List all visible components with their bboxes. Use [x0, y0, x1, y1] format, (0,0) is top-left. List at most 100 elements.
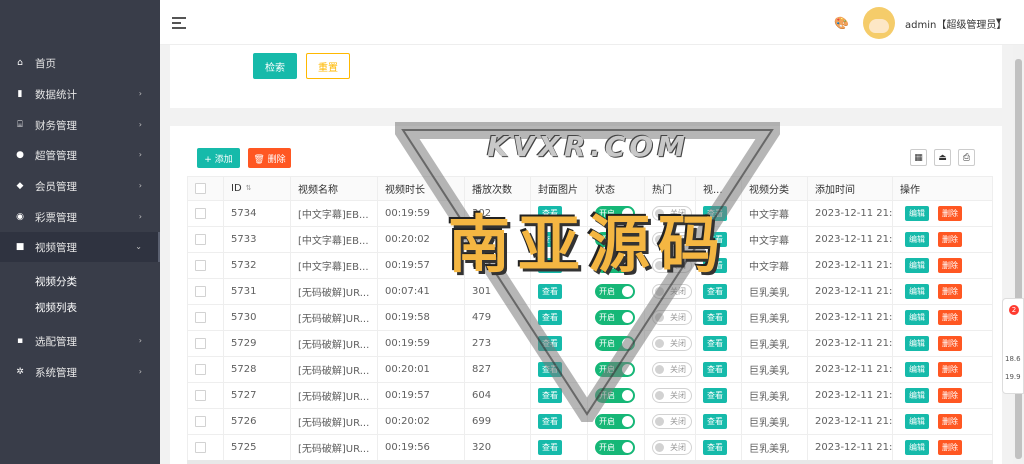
sidebar-item-6[interactable]: ■ 视频管理 ⌄ [0, 232, 160, 262]
view-cover-button[interactable]: 查看 [538, 336, 562, 351]
edit-button[interactable]: 编辑 [905, 362, 929, 377]
row-checkbox-cell[interactable] [188, 409, 224, 434]
sidebar-item-1[interactable]: ▮ 数据统计 › [0, 79, 160, 109]
view-cover-button[interactable]: 查看 [538, 362, 562, 377]
view-video-button[interactable]: 查看 [703, 414, 727, 429]
view-video-button[interactable]: 查看 [703, 336, 727, 351]
view-cover-button[interactable]: 查看 [538, 388, 562, 403]
edit-button[interactable]: 编辑 [905, 414, 929, 429]
view-video-button[interactable]: 查看 [703, 362, 727, 377]
row-checkbox-cell[interactable] [188, 279, 224, 304]
view-video-button[interactable]: 查看 [703, 388, 727, 403]
row-checkbox[interactable] [195, 416, 206, 427]
view-video-button[interactable]: 查看 [703, 258, 727, 273]
view-cover-button[interactable]: 查看 [538, 310, 562, 325]
view-cover-button[interactable]: 查看 [538, 440, 562, 455]
sidebar-item-2[interactable]: ⌸ 财务管理 › [0, 110, 160, 140]
delete-button[interactable]: 删除 [938, 232, 962, 247]
view-video-button[interactable]: 查看 [703, 206, 727, 221]
export-icon[interactable]: ⏏ [934, 149, 951, 166]
row-checkbox-cell[interactable] [188, 253, 224, 278]
row-checkbox[interactable] [195, 286, 206, 297]
row-checkbox[interactable] [195, 260, 206, 271]
view-video-button[interactable]: 查看 [703, 440, 727, 455]
delete-button[interactable]: 删除 [938, 440, 962, 455]
row-checkbox-cell[interactable] [188, 435, 224, 460]
delete-button[interactable]: 删除 [938, 388, 962, 403]
hot-toggle[interactable]: 关闭 [652, 310, 692, 325]
row-checkbox-cell[interactable] [188, 383, 224, 408]
row-checkbox-cell[interactable] [188, 227, 224, 252]
edit-button[interactable]: 编辑 [905, 258, 929, 273]
sidebar-subitem-1[interactable]: 视频列表 [0, 294, 160, 320]
vertical-scrollbar[interactable] [1013, 45, 1024, 464]
hot-toggle[interactable]: 关闭 [652, 440, 692, 455]
status-toggle[interactable]: 开启 [595, 336, 635, 351]
header-checkbox-cell[interactable] [188, 177, 224, 200]
view-cover-button[interactable]: 查看 [538, 206, 562, 221]
columns-filter-icon[interactable]: ▦ [910, 149, 927, 166]
hot-toggle[interactable]: 关闭 [652, 336, 692, 351]
row-checkbox-cell[interactable] [188, 331, 224, 356]
row-checkbox-cell[interactable] [188, 357, 224, 382]
delete-button[interactable]: 删除 [938, 310, 962, 325]
hot-toggle[interactable]: 关闭 [652, 362, 692, 377]
status-toggle[interactable]: 开启 [595, 362, 635, 377]
edit-button[interactable]: 编辑 [905, 388, 929, 403]
row-checkbox[interactable] [195, 208, 206, 219]
batch-delete-button[interactable]: 🗑 删除 [248, 148, 291, 168]
edit-button[interactable]: 编辑 [905, 284, 929, 299]
view-video-button[interactable]: 查看 [703, 310, 727, 325]
delete-button[interactable]: 删除 [938, 414, 962, 429]
print-icon[interactable]: ⎙ [958, 149, 975, 166]
status-toggle[interactable]: 开启 [595, 284, 635, 299]
palette-icon[interactable]: 🎨 [834, 16, 849, 30]
reset-button[interactable]: 重置 [306, 53, 350, 79]
delete-button[interactable]: 删除 [938, 362, 962, 377]
chevron-down-icon[interactable]: ▼ [996, 17, 1001, 25]
delete-button[interactable]: 删除 [938, 206, 962, 221]
sidebar-item-3[interactable]: ● 超管管理 › [0, 140, 160, 170]
row-checkbox[interactable] [195, 338, 206, 349]
status-toggle[interactable]: 开启 [595, 388, 635, 403]
row-checkbox[interactable] [195, 234, 206, 245]
view-video-button[interactable]: 查看 [703, 284, 727, 299]
add-button[interactable]: + 添加 [197, 148, 240, 168]
view-cover-button[interactable]: 查看 [538, 258, 562, 273]
view-cover-button[interactable]: 查看 [538, 414, 562, 429]
sort-icon[interactable]: ⇅ [246, 185, 252, 192]
menu-toggle-icon[interactable] [172, 17, 186, 29]
status-toggle[interactable]: 开启 [595, 440, 635, 455]
hot-toggle[interactable]: 关闭 [652, 232, 692, 247]
sidebar-item-4[interactable]: ◆ 会员管理 › [0, 171, 160, 201]
sidebar-subitem-0[interactable]: 视频分类 [0, 268, 160, 294]
status-toggle[interactable]: 开启 [595, 310, 635, 325]
row-checkbox[interactable] [195, 442, 206, 453]
status-toggle[interactable]: 开启 [595, 232, 635, 247]
user-name[interactable]: admin【超级管理员】 [905, 16, 1006, 31]
avatar[interactable] [863, 7, 895, 39]
status-toggle[interactable]: 开启 [595, 258, 635, 273]
row-checkbox[interactable] [195, 390, 206, 401]
edit-button[interactable]: 编辑 [905, 310, 929, 325]
hot-toggle[interactable]: 关闭 [652, 414, 692, 429]
floating-widget[interactable]: 2 18.6 19.9 [1002, 298, 1024, 394]
edit-button[interactable]: 编辑 [905, 440, 929, 455]
delete-button[interactable]: 删除 [938, 258, 962, 273]
edit-button[interactable]: 编辑 [905, 206, 929, 221]
hot-toggle[interactable]: 关闭 [652, 284, 692, 299]
hot-toggle[interactable]: 关闭 [652, 206, 692, 221]
status-toggle[interactable]: 开启 [595, 414, 635, 429]
row-checkbox-cell[interactable] [188, 201, 224, 226]
horizontal-scrollbar[interactable] [187, 460, 993, 464]
delete-button[interactable]: 删除 [938, 284, 962, 299]
view-cover-button[interactable]: 查看 [538, 232, 562, 247]
select-all-checkbox[interactable] [195, 183, 206, 194]
sidebar-item-8[interactable]: ✲ 系统管理 › [0, 357, 160, 387]
sidebar-item-0[interactable]: ⌂ 首页 [0, 48, 160, 78]
status-toggle[interactable]: 开启 [595, 206, 635, 221]
search-button[interactable]: 检索 [253, 53, 297, 79]
row-checkbox-cell[interactable] [188, 305, 224, 330]
hot-toggle[interactable]: 关闭 [652, 388, 692, 403]
edit-button[interactable]: 编辑 [905, 232, 929, 247]
